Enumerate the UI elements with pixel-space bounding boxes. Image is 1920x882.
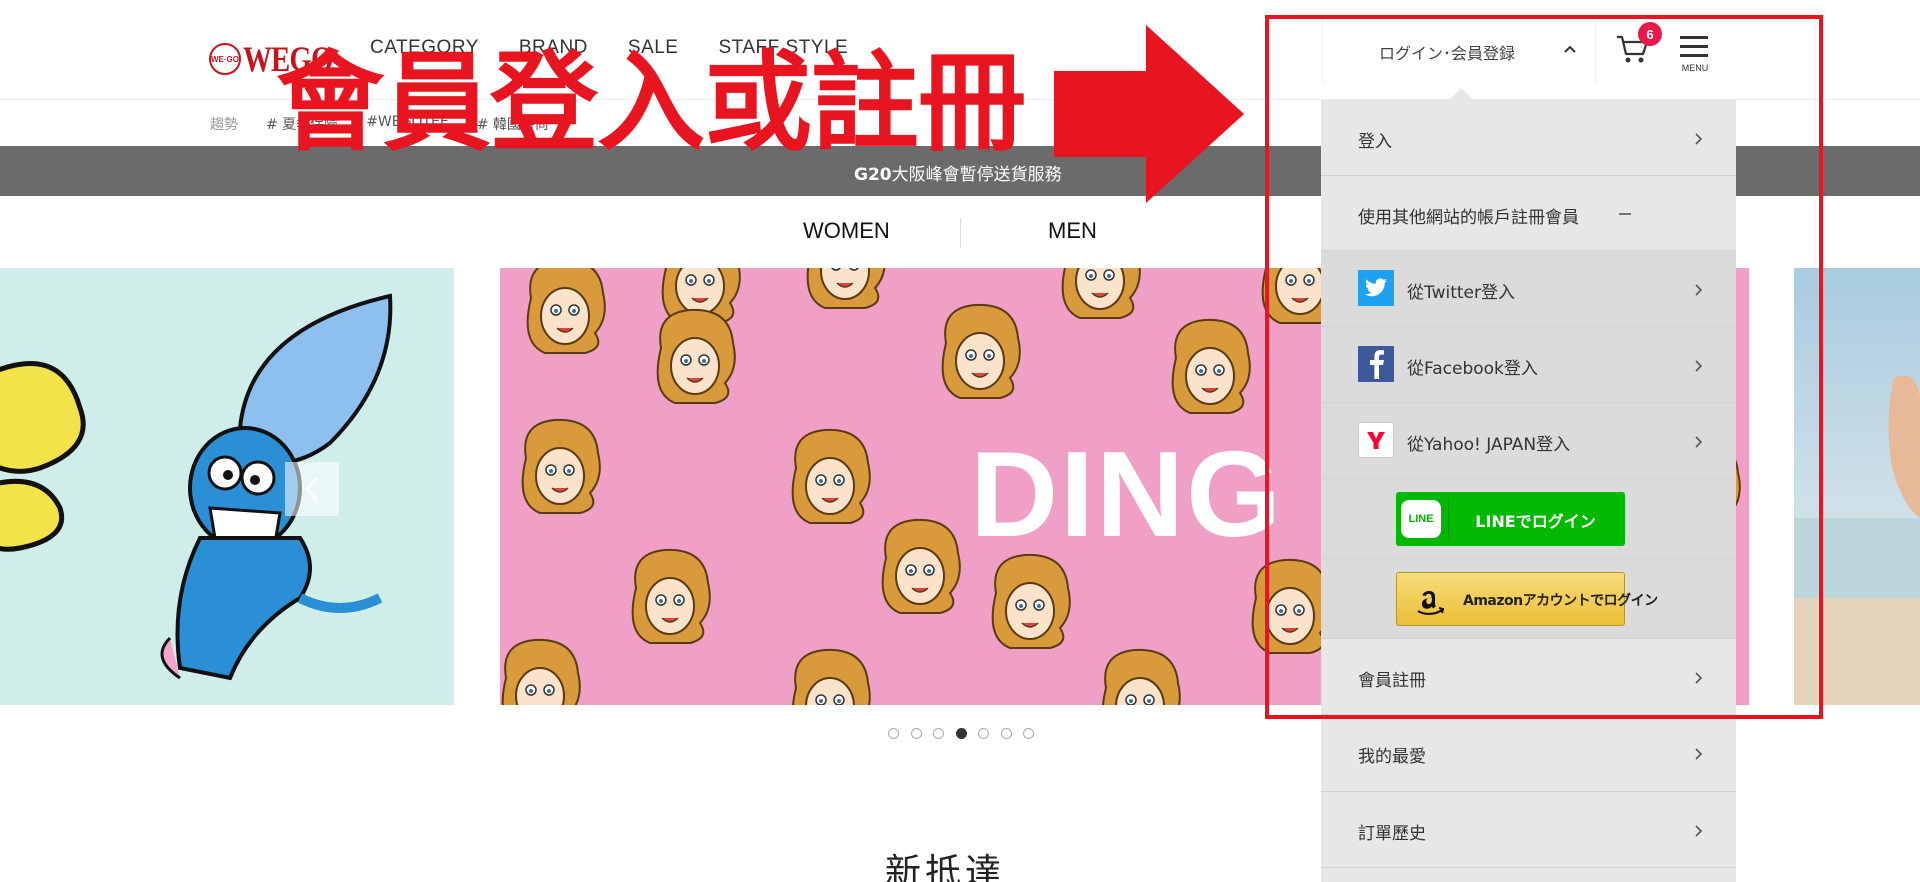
section-title-new-arrivals: 新抵達 — [885, 852, 1006, 882]
carousel-dot[interactable] — [910, 728, 922, 739]
carousel-dot[interactable] — [933, 728, 944, 739]
dropdown-item-label: 我的最愛 — [1358, 747, 1426, 767]
cartoon-character-illustration — [0, 293, 393, 681]
carousel-dot[interactable] — [1000, 728, 1012, 739]
chevron-right-icon — [1695, 748, 1703, 760]
tab-women[interactable]: WOMEN — [803, 218, 890, 244]
carousel-slide-previous[interactable] — [0, 268, 454, 705]
dropdown-item-label: 訂單歷史 — [1358, 824, 1426, 844]
carousel-prev-button[interactable] — [285, 462, 339, 516]
annotation-caption: 會員登入或註冊 — [276, 41, 1026, 166]
carousel-dot-active[interactable] — [955, 728, 967, 739]
trend-label: 趨勢 — [210, 117, 238, 133]
annotation-arrow-icon — [1054, 25, 1244, 203]
notice-message: 大阪峰會暫停送貨服務 — [891, 165, 1062, 185]
carousel-dot[interactable] — [1023, 728, 1034, 739]
dropdown-item-favorites[interactable]: 我的最愛 — [1321, 715, 1736, 792]
wego-logo-mark: WE·GO — [209, 43, 241, 75]
chevron-left-icon — [304, 476, 319, 502]
annotation-highlight-box — [1265, 15, 1823, 719]
ding-logo-text: DING — [970, 426, 1283, 562]
carousel-pagination — [888, 728, 1046, 739]
carousel-dot[interactable] — [888, 728, 899, 739]
tab-men[interactable]: MEN — [1048, 218, 1097, 244]
carousel-dot[interactable] — [978, 728, 989, 739]
chevron-right-icon — [1695, 825, 1703, 837]
tab-divider — [960, 218, 961, 248]
dropdown-item-order-history[interactable]: 訂單歷史 — [1321, 792, 1736, 868]
notice-bold: G20 — [854, 165, 892, 185]
